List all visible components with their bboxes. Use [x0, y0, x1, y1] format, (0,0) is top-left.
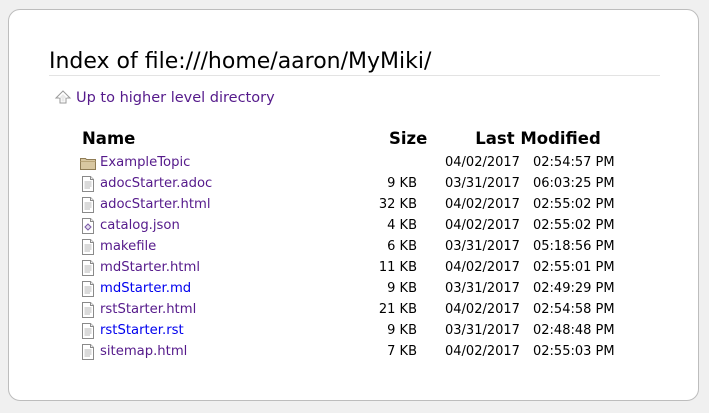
file-name-cell: rstStarter.rst	[79, 320, 372, 341]
modified-date-cell: 04/02/2017	[445, 155, 520, 170]
file-entry: catalog.json	[79, 217, 372, 234]
name-column-header[interactable]: Name	[79, 124, 372, 152]
modified-time-cell: 02:55:01 PM	[533, 260, 615, 275]
file-entry: mdStarter.html	[79, 259, 372, 276]
text-file-icon	[80, 280, 96, 297]
file-link[interactable]: mdStarter.md	[100, 281, 191, 296]
text-file-icon	[80, 196, 96, 213]
modified-date-cell: 03/31/2017	[445, 323, 520, 338]
modified-time-cell: 02:55:02 PM	[533, 197, 615, 212]
directory-listing-card: Index of file:///home/aaron/MyMiki/ Up t…	[8, 9, 699, 401]
file-size-cell: 4 KB	[387, 218, 417, 233]
modified-time-cell: 02:55:02 PM	[533, 218, 615, 233]
file-name-cell: sitemap.html	[79, 341, 372, 362]
json-file-icon	[80, 217, 96, 234]
file-link[interactable]: sitemap.html	[100, 344, 187, 359]
file-link[interactable]: mdStarter.html	[100, 260, 200, 275]
file-entry: sitemap.html	[79, 343, 372, 360]
file-name-cell: ExampleTopic	[79, 152, 372, 173]
modified-time-cell: 02:54:58 PM	[533, 302, 615, 317]
file-entry: mdStarter.md	[79, 280, 372, 297]
file-size-cell	[372, 152, 445, 173]
file-rows: ExampleTopic 04/02/2017 02:54:57 PM adocSta…	[79, 152, 631, 362]
file-entry: makefile	[79, 238, 372, 255]
file-name-cell: makefile	[79, 236, 372, 257]
modified-time-cell: 02:49:29 PM	[533, 281, 615, 296]
file-name-cell: catalog.json	[79, 215, 372, 236]
file-entry: adocStarter.html	[79, 196, 372, 213]
file-listing-table: Name Size Last Modified ExampleTopic 04/0…	[79, 124, 631, 362]
file-name-cell: adocStarter.adoc	[79, 173, 372, 194]
text-file-icon	[80, 343, 96, 360]
page-title: Index of file:///home/aaron/MyMiki/	[49, 49, 432, 74]
modified-date-cell: 04/02/2017	[445, 218, 520, 233]
modified-time-cell: 02:48:48 PM	[533, 323, 615, 338]
title-divider	[49, 75, 660, 76]
text-file-icon	[80, 175, 96, 192]
modified-time-cell: 06:03:25 PM	[533, 176, 615, 191]
file-size-cell: 9 KB	[387, 281, 417, 296]
modified-date-cell: 03/31/2017	[445, 239, 520, 254]
folder-icon	[80, 155, 96, 171]
file-link[interactable]: rstStarter.html	[100, 302, 196, 317]
table-row: mdStarter.html 11 KB 04/02/2017 02:55:01 PM	[79, 257, 631, 278]
table-row: mdStarter.md 9 KB 03/31/2017 02:49:29 PM	[79, 278, 631, 299]
file-size-cell: 7 KB	[387, 344, 417, 359]
table-row: catalog.json 4 KB 04/02/2017 02:55:02 PM	[79, 215, 631, 236]
modified-date-cell: 03/31/2017	[445, 281, 520, 296]
file-size-cell: 11 KB	[378, 260, 417, 275]
text-file-icon	[80, 322, 96, 339]
modified-time-cell: 05:18:56 PM	[533, 239, 615, 254]
file-entry: ExampleTopic	[79, 155, 372, 171]
modified-date-cell: 04/02/2017	[445, 260, 520, 275]
up-link-label: Up to higher level directory	[76, 90, 275, 106]
file-link[interactable]: ExampleTopic	[100, 155, 190, 170]
file-link[interactable]: rstStarter.rst	[100, 323, 184, 338]
modified-time-cell: 02:55:03 PM	[533, 344, 615, 359]
table-row: adocStarter.html 32 KB 04/02/2017 02:55:02 …	[79, 194, 631, 215]
file-name-cell: rstStarter.html	[79, 299, 372, 320]
up-to-higher-level-link[interactable]: Up to higher level directory	[54, 88, 275, 108]
file-entry: rstStarter.rst	[79, 322, 372, 339]
modified-time-cell: 02:54:57 PM	[533, 155, 615, 170]
file-size-cell: 9 KB	[387, 323, 417, 338]
file-link[interactable]: adocStarter.adoc	[100, 176, 212, 191]
table-header-row: Name Size Last Modified	[79, 124, 631, 152]
size-column-header[interactable]: Size	[372, 124, 445, 152]
modified-date-cell: 04/02/2017	[445, 344, 520, 359]
file-size-cell: 6 KB	[387, 239, 417, 254]
table-row: rstStarter.html 21 KB 04/02/2017 02:54:58 P…	[79, 299, 631, 320]
file-size-cell: 32 KB	[378, 197, 417, 212]
modified-date-cell: 04/02/2017	[445, 302, 520, 317]
table-row: adocStarter.adoc 9 KB 03/31/2017 06:03:25 P…	[79, 173, 631, 194]
up-arrow-icon	[54, 89, 72, 107]
file-size-cell: 9 KB	[387, 176, 417, 191]
file-link[interactable]: catalog.json	[100, 218, 180, 233]
modified-date-cell: 04/02/2017	[445, 197, 520, 212]
table-row: makefile 6 KB 03/31/2017 05:18:56 PM	[79, 236, 631, 257]
table-row: ExampleTopic 04/02/2017 02:54:57 PM	[79, 152, 631, 173]
table-row: sitemap.html 7 KB 04/02/2017 02:55:03 PM	[79, 341, 631, 362]
text-file-icon	[80, 301, 96, 318]
table-row: rstStarter.rst 9 KB 03/31/2017 02:48:48 PM	[79, 320, 631, 341]
file-link[interactable]: adocStarter.html	[100, 197, 211, 212]
file-entry: rstStarter.html	[79, 301, 372, 318]
file-size-cell: 21 KB	[378, 302, 417, 317]
last-modified-column-header[interactable]: Last Modified	[445, 124, 631, 152]
file-link[interactable]: makefile	[100, 239, 156, 254]
file-name-cell: adocStarter.html	[79, 194, 372, 215]
file-name-cell: mdStarter.md	[79, 278, 372, 299]
modified-date-cell: 03/31/2017	[445, 176, 520, 191]
file-entry: adocStarter.adoc	[79, 175, 372, 192]
text-file-icon	[80, 238, 96, 255]
text-file-icon	[80, 259, 96, 276]
file-name-cell: mdStarter.html	[79, 257, 372, 278]
